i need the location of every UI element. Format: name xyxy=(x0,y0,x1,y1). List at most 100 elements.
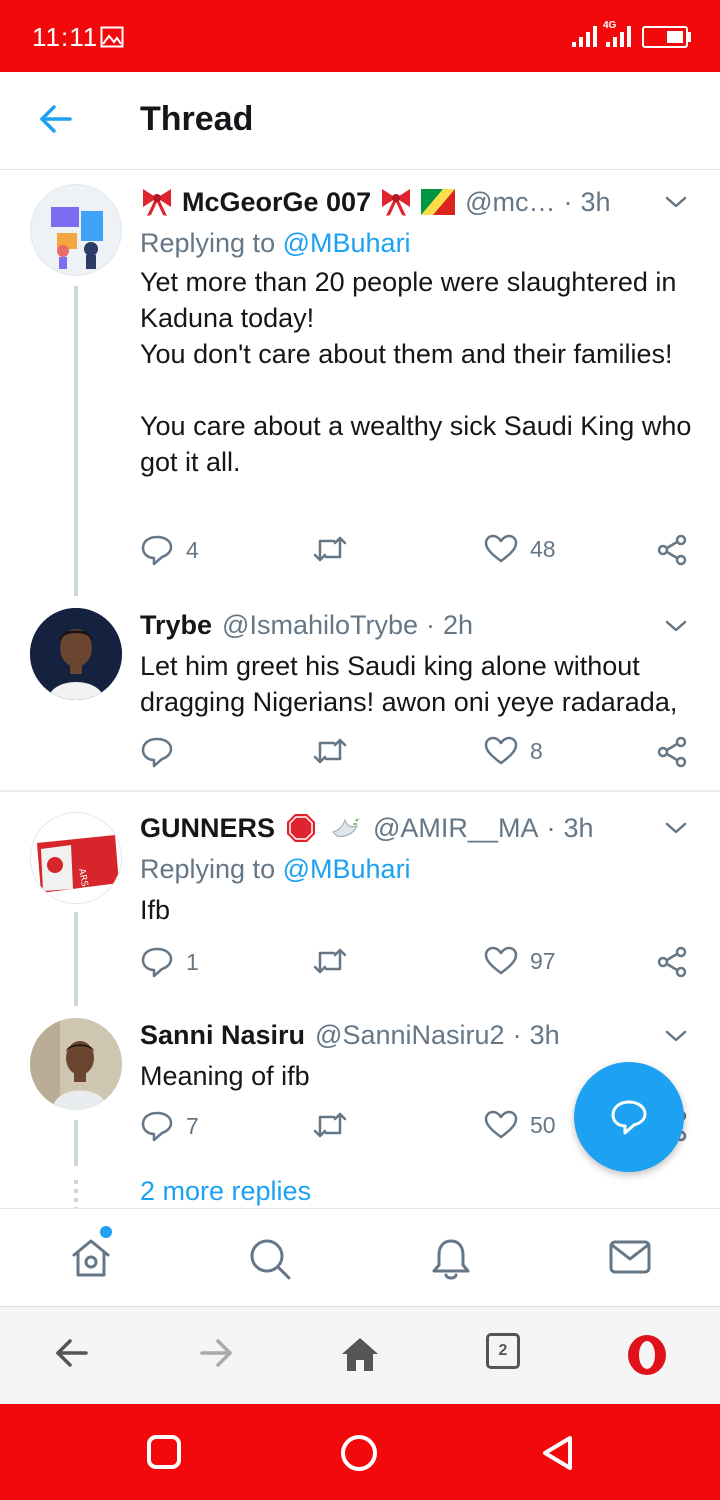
share-button[interactable] xyxy=(656,534,688,566)
display-name[interactable]: McGeorGe 007 xyxy=(182,187,371,218)
back-arrow-icon[interactable] xyxy=(38,102,74,136)
status-time: 11:11 xyxy=(32,22,99,52)
page-title: Thread xyxy=(140,100,254,138)
ribbon-icon xyxy=(382,189,411,216)
signal-icon-2 xyxy=(606,26,631,47)
reply-count: 1 xyxy=(186,948,199,975)
mention-link[interactable]: @MBuhari xyxy=(283,854,411,884)
avatar[interactable] xyxy=(30,1018,122,1110)
browser-home-icon[interactable] xyxy=(340,1335,380,1373)
heart-icon xyxy=(484,736,518,765)
browser-toolbar: 2 xyxy=(0,1306,720,1404)
like-button[interactable]: 97 xyxy=(484,946,556,976)
search-icon[interactable] xyxy=(248,1237,292,1281)
home-notification-dot xyxy=(100,1226,112,1238)
replying-to: Replying to @MBuhari xyxy=(140,854,411,884)
share-button[interactable] xyxy=(656,736,688,768)
display-name[interactable]: Sanni Nasiru xyxy=(140,1020,305,1051)
reply-count: 7 xyxy=(186,1112,199,1139)
recent-apps-icon[interactable] xyxy=(146,1434,182,1470)
display-name[interactable]: Trybe xyxy=(140,610,212,641)
heart-icon xyxy=(484,1110,518,1139)
reply-button[interactable]: 7 xyxy=(140,1110,199,1142)
bell-icon[interactable] xyxy=(430,1237,472,1281)
twitter-bottom-nav xyxy=(0,1208,720,1306)
back-button-icon[interactable] xyxy=(540,1434,576,1472)
browser-forward-icon[interactable] xyxy=(198,1335,234,1371)
avatar[interactable]: ARSENAL FC xyxy=(30,812,122,904)
replying-to: Replying to @MBuhari xyxy=(140,228,411,258)
avatar[interactable] xyxy=(30,608,122,700)
chevron-down-icon[interactable] xyxy=(664,1028,688,1044)
like-button[interactable]: 48 xyxy=(484,534,556,564)
home-icon[interactable] xyxy=(70,1237,112,1279)
reply-button[interactable] xyxy=(140,736,186,768)
more-replies-link[interactable]: 2 more replies xyxy=(140,1176,311,1207)
share-icon xyxy=(657,534,687,566)
reply-count: 4 xyxy=(186,536,199,563)
heart-icon xyxy=(484,946,518,975)
like-count: 8 xyxy=(530,737,543,764)
chevron-down-icon[interactable] xyxy=(664,820,688,836)
tweet-text: Let him greet his Saudi king alone witho… xyxy=(140,651,678,717)
ribbon-icon xyxy=(143,189,171,216)
home-button-icon[interactable] xyxy=(340,1434,378,1472)
signal-icon xyxy=(572,26,597,47)
thread-line xyxy=(74,912,78,1006)
tweet-text: Ifb xyxy=(140,895,171,925)
tweet-1[interactable]: McGeorGe 007 @mc… · 3h Replying to @MBuh… xyxy=(0,172,720,596)
compose-reply-button[interactable] xyxy=(574,1062,684,1172)
retweet-icon xyxy=(313,738,347,764)
battery-icon xyxy=(642,26,688,48)
share-icon xyxy=(657,946,687,978)
reply-icon xyxy=(141,535,173,566)
reply-icon xyxy=(141,947,173,978)
tweet-time: 3h xyxy=(529,1020,560,1050)
chevron-down-icon[interactable] xyxy=(664,618,688,634)
tweet-actions: 4 48 xyxy=(140,534,700,574)
retweet-button[interactable] xyxy=(312,1110,360,1140)
share-icon xyxy=(657,736,687,768)
tweet-actions: 8 xyxy=(140,736,700,776)
tweet-2[interactable]: Trybe @IsmahiloTrybe · 2h Let him greet … xyxy=(0,594,720,789)
like-button[interactable]: 50 xyxy=(484,1110,556,1140)
retweet-button[interactable] xyxy=(312,946,360,976)
like-count: 48 xyxy=(530,535,556,562)
tabs-button[interactable]: 2 xyxy=(486,1333,520,1369)
mail-icon[interactable] xyxy=(608,1237,652,1277)
display-name[interactable]: GUNNERS xyxy=(140,813,275,844)
reply-icon xyxy=(141,1111,173,1142)
retweet-button[interactable] xyxy=(312,534,360,564)
share-button[interactable] xyxy=(656,946,688,978)
thread-continuation-dots xyxy=(74,1180,78,1210)
thread-header: Thread xyxy=(0,72,720,170)
handle: @AMIR__MA xyxy=(373,812,539,843)
handle: @SanniNasiru2 xyxy=(315,1020,505,1050)
retweet-button[interactable] xyxy=(312,736,360,766)
chevron-down-icon[interactable] xyxy=(664,194,688,210)
status-bar: 11:11 4G xyxy=(0,0,720,72)
like-count: 50 xyxy=(530,1111,556,1138)
avatar[interactable] xyxy=(30,184,122,276)
retweet-icon xyxy=(313,948,347,974)
reply-icon xyxy=(141,737,173,768)
browser-back-icon[interactable] xyxy=(54,1335,90,1371)
tweet-3[interactable]: ARSENAL FC GUNNERS @AMIR__MA · 3h Replyi… xyxy=(0,796,720,1006)
reply-bubble-icon xyxy=(611,1100,647,1135)
congo-flag-icon xyxy=(421,189,456,215)
thread-divider xyxy=(0,790,720,792)
thread-line xyxy=(74,286,78,596)
heart-icon xyxy=(484,534,518,563)
tweet-time: 2h xyxy=(443,610,474,640)
mention-link[interactable]: @MBuhari xyxy=(283,228,411,258)
handle: @IsmahiloTrybe xyxy=(222,610,419,640)
like-button[interactable]: 8 xyxy=(484,736,543,766)
reply-button[interactable]: 1 xyxy=(140,946,199,978)
thread-line xyxy=(74,1120,78,1166)
reply-button[interactable]: 4 xyxy=(140,534,199,566)
android-nav-bar xyxy=(0,1404,720,1500)
handle: @mc… xyxy=(465,186,556,217)
tweet-time: 3h xyxy=(563,812,594,843)
dove-icon xyxy=(332,818,360,837)
opera-menu-icon[interactable] xyxy=(626,1333,668,1377)
